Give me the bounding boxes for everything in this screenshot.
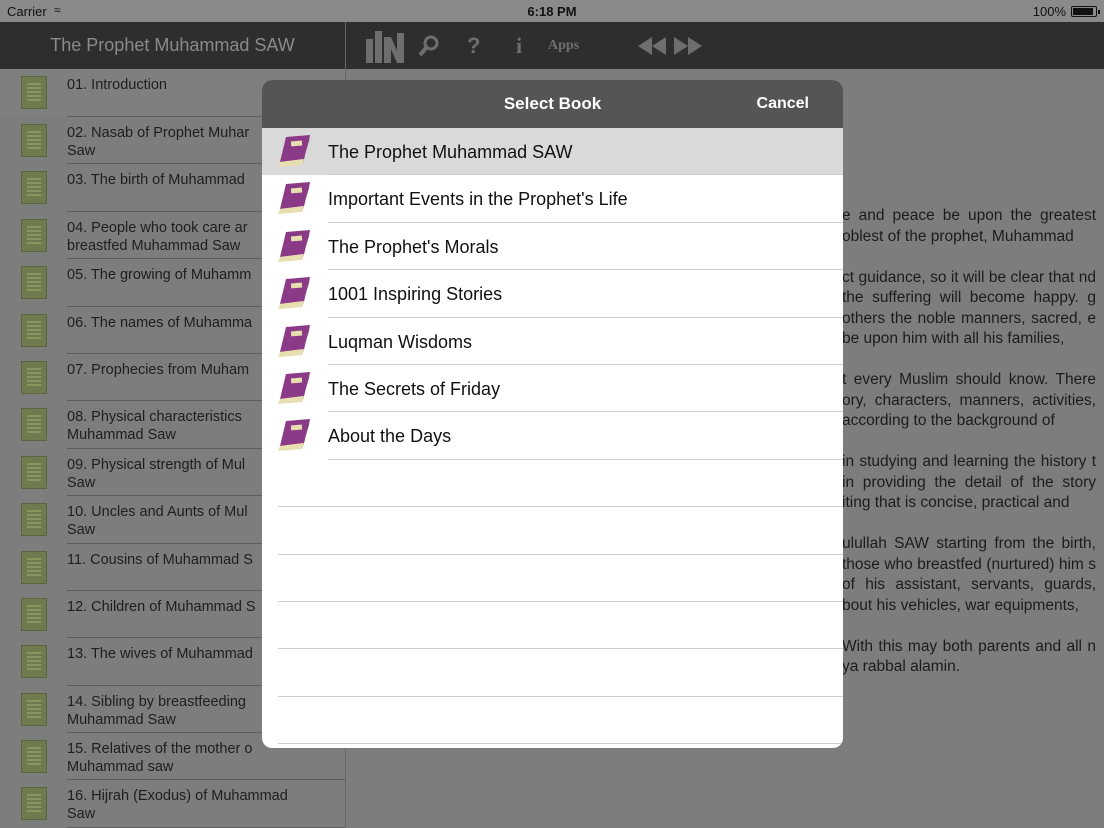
book-list-item[interactable]: Luqman Wisdoms (262, 317, 843, 365)
battery-icon (1071, 6, 1100, 17)
document-icon (21, 266, 47, 300)
sidebar-item-chapter[interactable]: 16. Hijrah (Exodus) of Muhammad Saw (0, 780, 345, 828)
divider (278, 743, 843, 745)
status-time: 6:18 PM (527, 4, 577, 19)
empty-list-row (262, 602, 843, 650)
content-paragraph: ulullah SAW starting from the birth, tho… (842, 535, 1096, 614)
empty-list-row (262, 555, 843, 602)
book-icon (278, 182, 312, 215)
next-icon[interactable] (674, 22, 702, 69)
info-icon[interactable]: i (516, 22, 522, 69)
book-list-item[interactable]: The Secrets of Friday (262, 364, 843, 413)
cancel-button[interactable]: Cancel (757, 95, 809, 113)
book-title: About the Days (328, 426, 452, 447)
document-icon (21, 692, 47, 726)
document-icon (21, 313, 47, 347)
content-paragraph: e and peace be upon the greatest oblest … (842, 207, 1096, 245)
search-icon[interactable] (418, 22, 440, 69)
document-icon (21, 76, 47, 109)
library-icon[interactable] (366, 22, 404, 69)
book-icon (278, 277, 312, 310)
book-list-item[interactable]: Important Events in the Prophet's Life (262, 175, 843, 223)
book-title: Important Events in the Prophet's Life (328, 189, 628, 210)
book-list-item[interactable]: The Prophet Muhammad SAW (262, 128, 843, 176)
book-list-item[interactable]: About the Days (262, 412, 843, 460)
toolbar: ? i Apps (346, 22, 1104, 69)
document-icon (21, 597, 47, 631)
apps-button[interactable]: Apps (548, 22, 579, 69)
book-icon (278, 371, 312, 404)
document-icon (21, 740, 47, 774)
empty-list-row (262, 697, 843, 745)
book-title: Luqman Wisdoms (328, 331, 473, 352)
book-icon (278, 229, 312, 262)
document-icon (21, 171, 47, 205)
select-book-dialog: Select Book Cancel The Prophet Muhammad … (262, 80, 843, 748)
book-title: 1001 Inspiring Stories (328, 284, 503, 305)
book-list: The Prophet Muhammad SAW Important Events… (262, 128, 843, 745)
book-list-item[interactable]: The Prophet's Morals (262, 222, 843, 271)
document-icon (21, 218, 47, 252)
sidebar-title: The Prophet Muhammad SAW (50, 35, 295, 55)
help-icon[interactable]: ? (467, 22, 480, 69)
dialog-header: Select Book Cancel (262, 80, 843, 128)
book-title: The Prophet Muhammad SAW (328, 142, 573, 162)
document-icon (21, 124, 47, 157)
content-paragraph: With this may both parents and all n ya … (842, 637, 1096, 676)
content-paragraph: t every Muslim should know. There ory, c… (842, 371, 1096, 429)
book-icon (278, 324, 312, 357)
content-text: e and peace be upon the greatest oblest … (842, 206, 1096, 698)
document-icon (21, 408, 47, 442)
empty-list-row (262, 460, 843, 508)
book-list-item[interactable]: 1001 Inspiring Stories (262, 270, 843, 318)
empty-list-row (262, 649, 843, 697)
empty-list-row (262, 507, 843, 555)
previous-icon[interactable] (638, 22, 666, 69)
content-paragraph: ct guidance, so it will be clear that nd… (842, 268, 1096, 348)
battery-percentage: 100% (1032, 4, 1066, 19)
content-paragraph: in studying and learning the history t i… (842, 453, 1096, 511)
book-title: The Prophet's Morals (328, 236, 499, 257)
document-icon (21, 550, 47, 584)
book-icon (278, 135, 312, 167)
document-icon (21, 360, 47, 394)
status-bar: Carrier ≈ 6:18 PM 100% (0, 0, 1104, 22)
chapter-label: 16. Hijrah (Exodus) of Muhammad Saw (67, 788, 288, 823)
document-icon (21, 645, 47, 679)
book-title: The Secrets of Friday (328, 378, 501, 399)
document-icon (21, 503, 47, 537)
document-icon (21, 787, 47, 821)
book-icon (278, 419, 312, 452)
document-icon (21, 455, 47, 489)
sidebar-header: The Prophet Muhammad SAW (0, 22, 345, 69)
